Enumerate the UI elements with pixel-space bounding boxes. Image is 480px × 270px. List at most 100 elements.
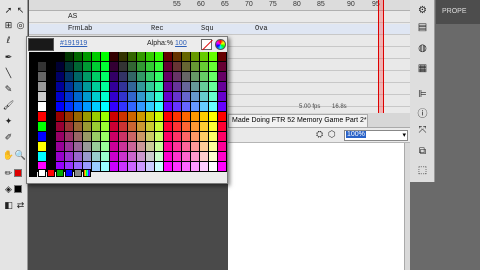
- color-swatch[interactable]: [191, 162, 200, 172]
- color-swatch[interactable]: [164, 82, 173, 92]
- color-swatch[interactable]: [65, 132, 74, 142]
- color-swatch[interactable]: [173, 92, 182, 102]
- color-swatch[interactable]: [218, 82, 227, 92]
- color-swatch[interactable]: [92, 82, 101, 92]
- color-swatch[interactable]: [65, 72, 74, 82]
- pen-tool-icon[interactable]: ✒: [3, 52, 14, 63]
- color-swatch[interactable]: [155, 162, 164, 172]
- color-swatch[interactable]: [173, 62, 182, 72]
- color-swatch[interactable]: [74, 112, 83, 122]
- stage-canvas[interactable]: [228, 143, 404, 270]
- color-swatch[interactable]: [173, 72, 182, 82]
- 3d-rotation-tool-icon[interactable]: ◎: [15, 20, 26, 31]
- color-swatch[interactable]: [83, 52, 92, 62]
- color-swatch[interactable]: [83, 122, 92, 132]
- color-swatch[interactable]: [47, 92, 56, 102]
- color-swatch[interactable]: [209, 132, 218, 142]
- layer-row[interactable]: FrmLab Rec Squ Ova: [29, 24, 410, 35]
- color-swatch[interactable]: [200, 112, 209, 122]
- color-swatch[interactable]: [173, 162, 182, 172]
- stroke-color-icon[interactable]: ✏: [3, 168, 14, 179]
- color-swatch[interactable]: [200, 62, 209, 72]
- color-swatch[interactable]: [56, 62, 65, 72]
- color-swatch[interactable]: [200, 72, 209, 82]
- color-swatch[interactable]: [83, 102, 92, 112]
- color-swatch[interactable]: [38, 62, 47, 72]
- color-swatch[interactable]: [29, 62, 38, 72]
- color-swatch[interactable]: [92, 122, 101, 132]
- color-swatch[interactable]: [182, 142, 191, 152]
- color-swatch[interactable]: [191, 82, 200, 92]
- color-swatch[interactable]: [155, 132, 164, 142]
- color-swatch[interactable]: [83, 142, 92, 152]
- color-swatch[interactable]: [164, 162, 173, 172]
- color-swatch[interactable]: [164, 72, 173, 82]
- color-swatch[interactable]: [119, 82, 128, 92]
- gradient-swatch[interactable]: [56, 169, 64, 177]
- color-swatch[interactable]: [38, 142, 47, 152]
- color-swatch[interactable]: [38, 112, 47, 122]
- color-wheel-icon[interactable]: [215, 39, 226, 50]
- color-swatch[interactable]: [218, 142, 227, 152]
- color-swatch[interactable]: [92, 112, 101, 122]
- color-swatch[interactable]: [83, 152, 92, 162]
- color-swatch[interactable]: [101, 132, 110, 142]
- no-color-icon[interactable]: [201, 39, 212, 50]
- color-swatch[interactable]: [128, 142, 137, 152]
- color-swatch[interactable]: [92, 52, 101, 62]
- color-swatch[interactable]: [128, 132, 137, 142]
- color-swatch[interactable]: [74, 92, 83, 102]
- color-swatch[interactable]: [182, 72, 191, 82]
- line-tool-icon[interactable]: ╲: [3, 68, 14, 79]
- color-swatch[interactable]: [218, 132, 227, 142]
- color-swatch[interactable]: [56, 142, 65, 152]
- color-swatch[interactable]: [137, 162, 146, 172]
- color-swatch[interactable]: [155, 52, 164, 62]
- color-swatch[interactable]: [74, 132, 83, 142]
- color-swatch[interactable]: [155, 102, 164, 112]
- color-swatch[interactable]: [47, 62, 56, 72]
- color-swatch[interactable]: [29, 152, 38, 162]
- frame-ruler[interactable]: 55 60 65 70 75 80 85 90 95: [29, 0, 410, 11]
- color-swatch[interactable]: [56, 102, 65, 112]
- lasso-tool-icon[interactable]: ℓ: [3, 35, 14, 46]
- color-swatch[interactable]: [200, 92, 209, 102]
- color-swatch[interactable]: [182, 152, 191, 162]
- color-swatch[interactable]: [128, 72, 137, 82]
- playhead[interactable]: [378, 0, 384, 113]
- color-swatch[interactable]: [218, 122, 227, 132]
- color-swatch[interactable]: [200, 142, 209, 152]
- selection-tool-icon[interactable]: ➚: [3, 5, 14, 16]
- color-swatch[interactable]: [101, 152, 110, 162]
- color-swatch[interactable]: [56, 122, 65, 132]
- color-swatch[interactable]: [92, 92, 101, 102]
- color-swatch[interactable]: [137, 102, 146, 112]
- color-swatch[interactable]: [101, 122, 110, 132]
- color-swatch[interactable]: [218, 72, 227, 82]
- color-swatch[interactable]: [155, 152, 164, 162]
- color-swatch[interactable]: [101, 112, 110, 122]
- color-swatch[interactable]: [182, 82, 191, 92]
- color-swatch[interactable]: [110, 112, 119, 122]
- color-swatch[interactable]: [164, 142, 173, 152]
- document-tab[interactable]: Made Doing FTR 52 Memory Game Part 2* ×: [228, 114, 368, 127]
- color-swatch[interactable]: [119, 122, 128, 132]
- color-swatch[interactable]: [209, 152, 218, 162]
- color-swatch[interactable]: [191, 62, 200, 72]
- color-swatch[interactable]: [29, 52, 38, 62]
- color-swatch[interactable]: [119, 52, 128, 62]
- color-swatch[interactable]: [110, 102, 119, 112]
- color-swatch[interactable]: [173, 112, 182, 122]
- color-swatch[interactable]: [74, 102, 83, 112]
- color-swatch[interactable]: [191, 122, 200, 132]
- color-swatch[interactable]: [101, 92, 110, 102]
- color-swatch[interactable]: [155, 122, 164, 132]
- pencil-tool-icon[interactable]: ✎: [3, 84, 14, 95]
- color-swatch[interactable]: [146, 52, 155, 62]
- color-swatch[interactable]: [155, 62, 164, 72]
- color-swatch[interactable]: [47, 102, 56, 112]
- color-swatch[interactable]: [38, 82, 47, 92]
- black-white-icon[interactable]: ◧: [3, 200, 14, 211]
- gradient-swatch[interactable]: [65, 169, 73, 177]
- color-swatch[interactable]: [128, 82, 137, 92]
